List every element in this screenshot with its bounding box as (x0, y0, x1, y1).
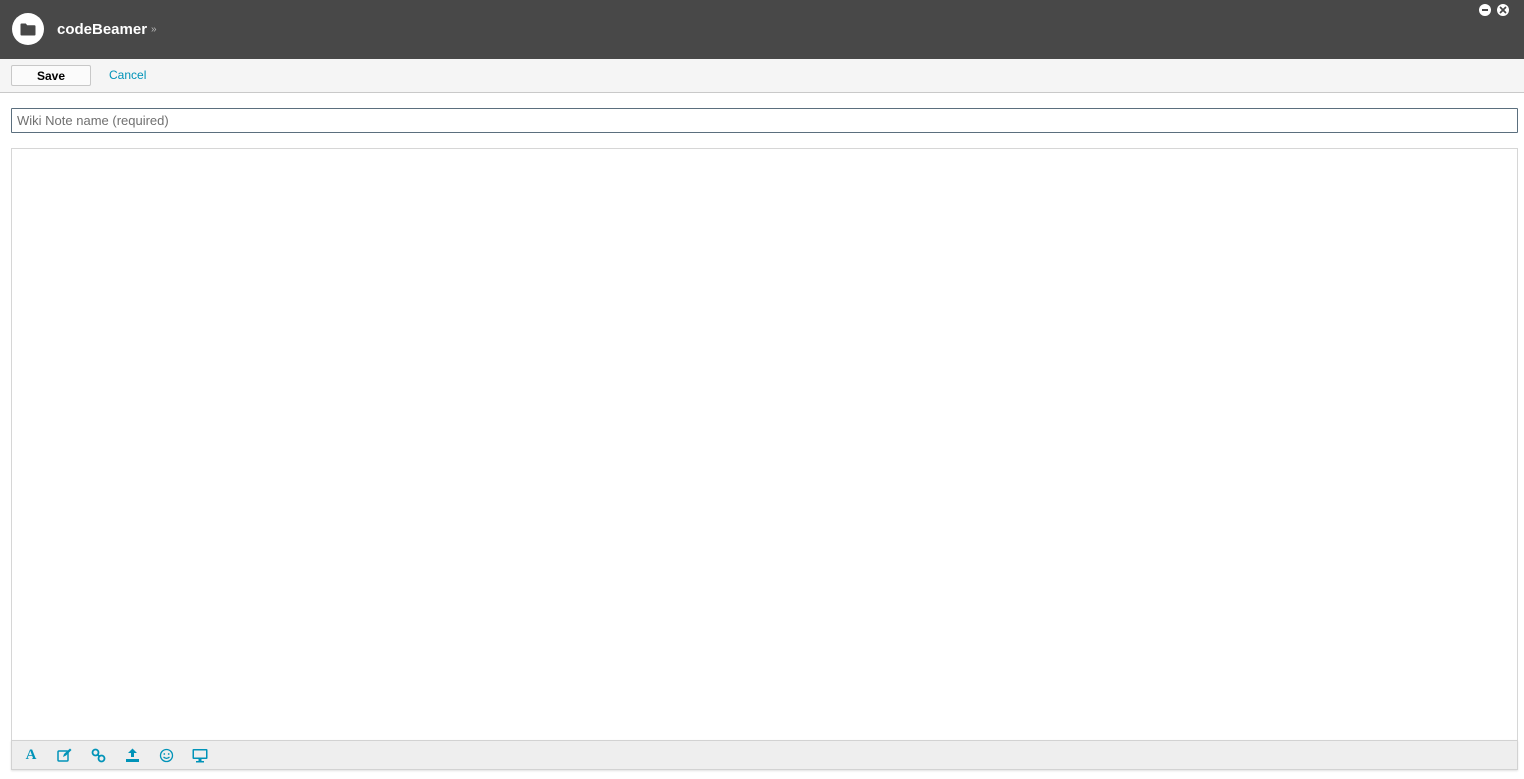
text-formatting-glyph: A (25, 747, 37, 763)
save-button[interactable]: Save (11, 65, 91, 86)
upload-icon[interactable] (124, 747, 140, 763)
preview-monitor-icon[interactable] (192, 747, 208, 763)
edit-icon[interactable] (56, 747, 72, 763)
link-icon[interactable] (90, 747, 106, 763)
minimize-icon[interactable] (1479, 4, 1491, 16)
cancel-link[interactable]: Cancel (109, 68, 146, 83)
window-title[interactable]: codeBeamer (57, 20, 147, 40)
wiki-note-name-input[interactable] (11, 108, 1518, 133)
action-toolbar: Save Cancel (0, 59, 1524, 93)
editor-toolbar: A (11, 740, 1518, 770)
folder-icon[interactable] (12, 13, 44, 45)
title-bar: codeBeamer » (0, 0, 1524, 59)
title-arrow[interactable]: » (151, 24, 157, 36)
emoticon-icon[interactable] (158, 747, 174, 763)
close-icon[interactable] (1497, 4, 1509, 16)
wiki-note-body-editor[interactable] (11, 148, 1518, 741)
text-formatting-icon[interactable]: A (23, 747, 39, 763)
